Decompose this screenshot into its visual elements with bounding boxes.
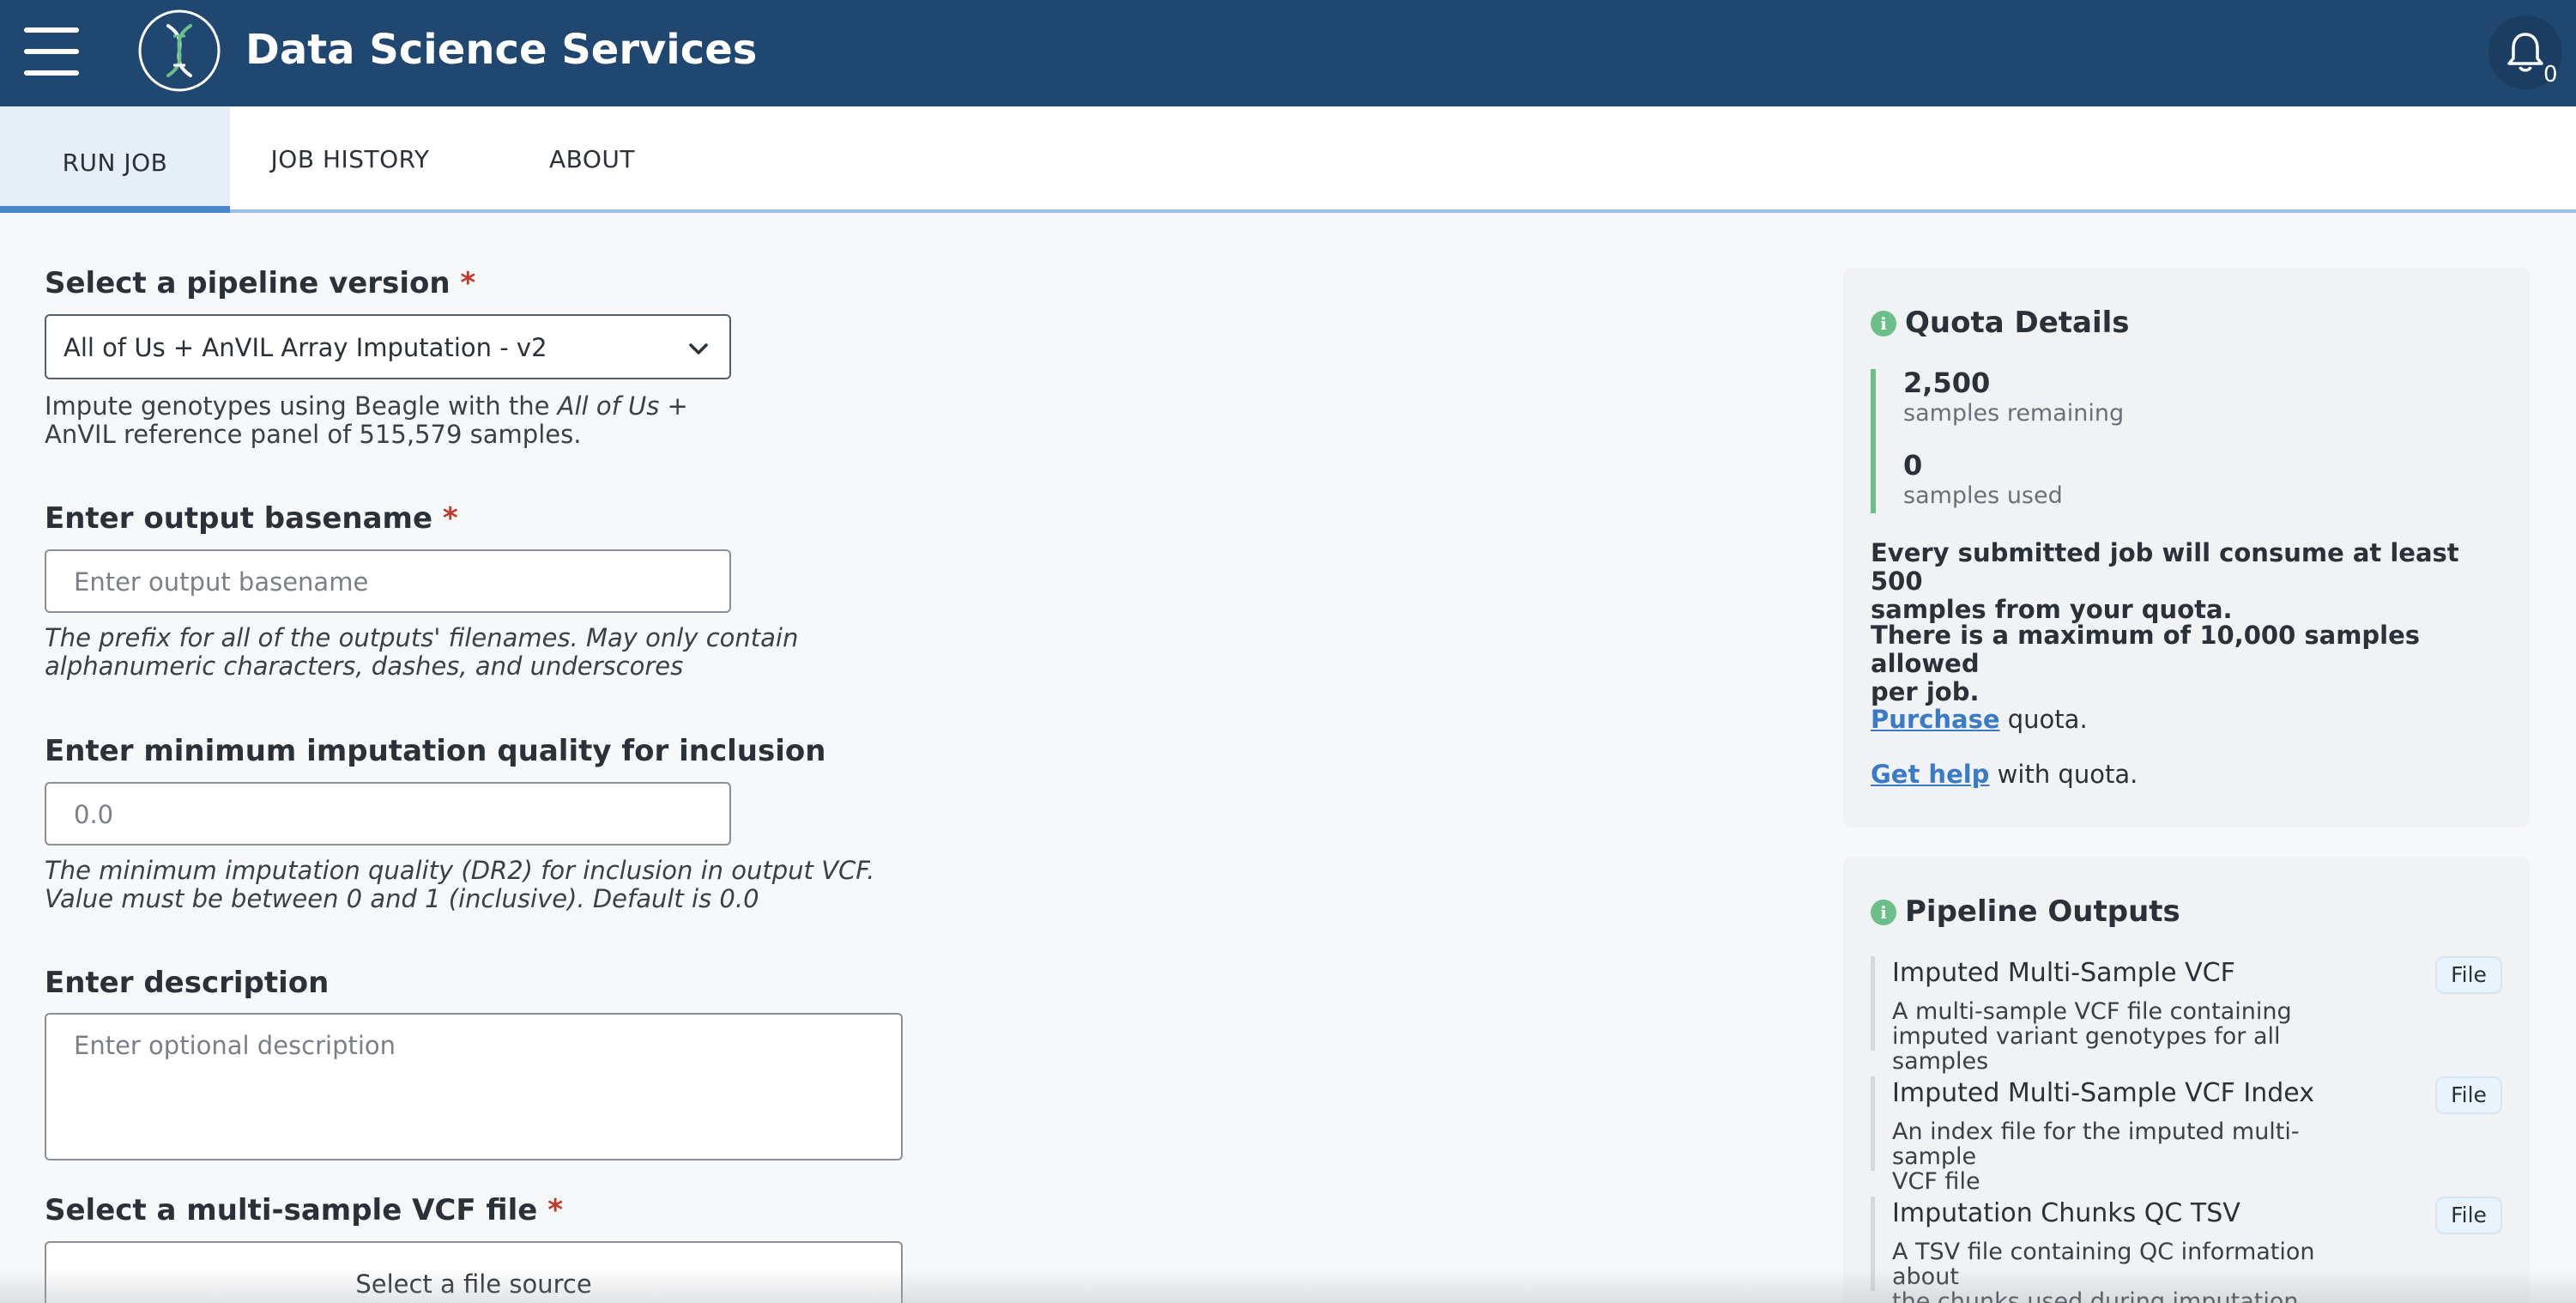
chevron-down-icon <box>689 343 708 355</box>
required-mark: * <box>460 266 476 300</box>
required-mark: * <box>547 1193 563 1227</box>
purchase-quota-line: Purchase quota. <box>1871 705 2088 734</box>
bell-icon <box>2507 33 2543 72</box>
file-type-badge: File <box>2435 956 2502 994</box>
tab-about[interactable]: ABOUT <box>506 106 678 213</box>
notification-count: 0 <box>2543 62 2558 88</box>
quality-help-text: The minimum imputation quality (DR2) for… <box>45 856 875 913</box>
quota-min-note: Every submitted job will consume at leas… <box>1871 538 2459 624</box>
quota-max-note: There is a maximum of 10,000 samples all… <box>1871 621 2421 706</box>
app-title: Data Science Services <box>245 26 758 74</box>
basename-help-text: The prefix for all of the outputs' filen… <box>45 623 799 681</box>
select-file-source-button[interactable]: Select a file source <box>45 1241 903 1303</box>
tab-bar: RUN JOB JOB HISTORY ABOUT <box>0 106 2576 213</box>
output-description: A TSV file containing QC information abo… <box>1892 1239 2315 1303</box>
pipeline-outputs-panel: i Pipeline Outputs Imputed Multi-Sample … <box>1843 857 2530 1303</box>
get-help-link[interactable]: Get help <box>1871 760 1989 789</box>
tab-job-history[interactable]: JOB HISTORY <box>230 106 470 213</box>
imputation-quality-label: Enter minimum imputation quality for inc… <box>45 734 826 768</box>
output-basename-placeholder: Enter output basename <box>74 567 369 597</box>
output-description: An index file for the imputed multi-samp… <box>1892 1118 2300 1195</box>
output-item: Imputation Chunks QC TSV A TSV file cont… <box>1871 1197 2502 1303</box>
output-name: Imputed Multi-Sample VCF <box>1892 958 2235 988</box>
output-basename-label: Enter output basename * <box>45 501 458 536</box>
required-mark: * <box>442 501 458 536</box>
description-placeholder: Enter optional description <box>74 1031 396 1060</box>
pipeline-help-text: Impute genotypes using Beagle with the A… <box>45 391 688 449</box>
output-description: A multi-sample VCF file containing imput… <box>1892 998 2292 1075</box>
output-basename-input[interactable]: Enter output basename <box>45 549 731 613</box>
samples-remaining-value: 2,500 <box>1903 367 1991 399</box>
output-name: Imputation Chunks QC TSV <box>1892 1198 2240 1228</box>
dna-logo-icon[interactable] <box>137 9 221 93</box>
quota-accent-bar <box>1871 369 1876 513</box>
imputation-quality-input[interactable]: 0.0 <box>45 782 731 845</box>
quota-title: Quota Details <box>1905 306 2130 340</box>
vcf-file-label: Select a multi-sample VCF file * <box>45 1193 563 1227</box>
get-help-line: Get help with quota. <box>1871 760 2138 789</box>
samples-used-value: 0 <box>1903 449 1923 482</box>
menu-icon[interactable] <box>24 27 79 76</box>
samples-remaining-label: samples remaining <box>1903 400 2125 427</box>
imputation-quality-placeholder: 0.0 <box>74 800 114 829</box>
purchase-link[interactable]: Purchase <box>1871 705 2000 734</box>
tab-run-job[interactable]: RUN JOB <box>0 106 230 213</box>
pipeline-version-select[interactable]: All of Us + AnVIL Array Imputation - v2 <box>45 314 731 379</box>
output-name: Imputed Multi-Sample VCF Index <box>1892 1078 2314 1108</box>
output-item: Imputed Multi-Sample VCF A multi-sample … <box>1871 956 2502 1074</box>
pipeline-version-label: Select a pipeline version * <box>45 266 476 300</box>
pipeline-version-value: All of Us + AnVIL Array Imputation - v2 <box>63 333 547 362</box>
info-icon: i <box>1871 311 1896 336</box>
info-icon: i <box>1871 900 1896 925</box>
samples-used-label: samples used <box>1903 482 2063 509</box>
outputs-title: Pipeline Outputs <box>1905 894 2180 929</box>
description-textarea[interactable]: Enter optional description <box>45 1013 903 1161</box>
select-file-source-label: Select a file source <box>355 1270 592 1299</box>
quota-details-panel: i Quota Details 2,500 samples remaining … <box>1843 268 2530 827</box>
app-header: Data Science Services 0 <box>0 0 2576 106</box>
file-type-badge: File <box>2435 1197 2502 1234</box>
description-label: Enter description <box>45 966 330 1000</box>
file-type-badge: File <box>2435 1076 2502 1114</box>
output-item: Imputed Multi-Sample VCF Index An index … <box>1871 1076 2502 1194</box>
